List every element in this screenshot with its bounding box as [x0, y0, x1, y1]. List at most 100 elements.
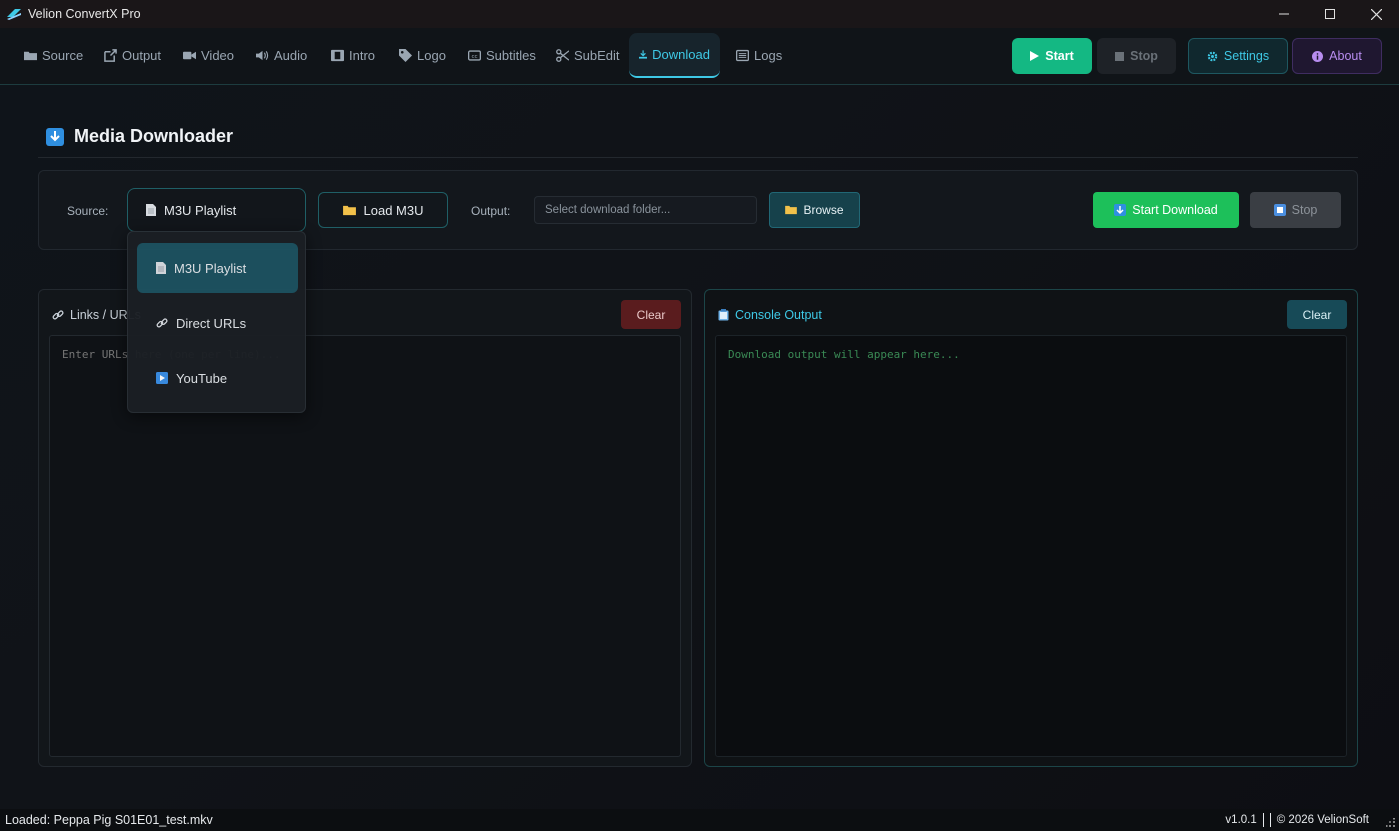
stop-icon	[1273, 204, 1286, 216]
settings-label: Settings	[1223, 49, 1270, 63]
header-divider	[38, 157, 1358, 158]
version-label: v1.0.1	[1225, 814, 1257, 826]
app-logo-icon	[7, 9, 21, 20]
film-icon	[331, 49, 344, 62]
tab-label: Audio	[274, 48, 308, 63]
source-select-value: M3U Playlist	[164, 202, 237, 218]
download-emoji-icon	[46, 127, 64, 146]
play-icon	[156, 372, 168, 384]
start-button[interactable]: Start	[1012, 38, 1092, 74]
closed-captions-icon: cc	[468, 50, 481, 61]
document-icon	[156, 262, 166, 274]
speaker-icon	[256, 50, 269, 61]
tab-label: Output	[122, 48, 162, 63]
status-bar: Loaded: Peppa Pig S01E01_test.mkv v1.0.1…	[0, 809, 1399, 831]
status-separator	[1269, 813, 1271, 827]
console-panel: Console Output Clear Download output wil…	[704, 289, 1358, 767]
minimize-icon	[1279, 13, 1289, 15]
status-right: v1.0.1 © 2026 VelionSoft	[1225, 813, 1369, 827]
settings-button[interactable]: Settings	[1188, 38, 1288, 74]
output-folder-input[interactable]	[534, 196, 757, 224]
about-label: About	[1329, 49, 1362, 63]
tab-label: Logo	[417, 48, 446, 63]
app-title: Velion ConvertX Pro	[28, 7, 141, 21]
folder-icon	[342, 205, 356, 215]
start-download-label: Start Download	[1132, 203, 1218, 217]
tab-video[interactable]: Video	[183, 33, 234, 78]
tab-label: SubEdit	[574, 48, 620, 63]
console-panel-title: Console Output	[718, 308, 822, 322]
stop-button[interactable]: Stop	[1097, 38, 1176, 74]
dropdown-option-label: YouTube	[176, 370, 228, 386]
stop-download-button[interactable]: Stop	[1250, 192, 1341, 228]
close-icon	[1370, 8, 1382, 20]
stop-label: Stop	[1130, 49, 1158, 63]
page-header: Media Downloader	[46, 126, 233, 147]
tab-audio[interactable]: Audio	[256, 33, 307, 78]
tab-label: Video	[201, 48, 235, 63]
dropdown-option-label: Direct URLs	[176, 315, 247, 331]
link-icon	[52, 310, 64, 320]
tab-subtitles[interactable]: cc Subtitles	[468, 33, 536, 78]
clear-links-button[interactable]: Clear	[621, 300, 681, 329]
external-link-icon	[104, 49, 117, 62]
stop-icon	[1115, 51, 1125, 61]
dropdown-option-label: M3U Playlist	[174, 260, 247, 276]
dropdown-option-youtube[interactable]: YouTube	[137, 353, 298, 403]
folder-icon	[785, 205, 798, 215]
tab-label: Source	[42, 48, 84, 63]
tab-output[interactable]: Output	[104, 33, 161, 78]
download-emoji-icon	[1114, 204, 1127, 216]
start-download-button[interactable]: Start Download	[1093, 192, 1239, 228]
load-m3u-label: Load M3U	[363, 202, 424, 218]
tab-label: Intro	[349, 48, 376, 63]
page-title: Media Downloader	[74, 126, 234, 146]
source-label: Source:	[67, 204, 109, 218]
play-icon	[1030, 51, 1040, 61]
tab-label: Download	[652, 47, 710, 62]
close-button[interactable]	[1353, 0, 1399, 28]
resize-grip-icon[interactable]	[1386, 818, 1396, 828]
link-icon	[156, 318, 168, 328]
main-navbar: Source Output Video Audio Intro Logo cc …	[0, 28, 1399, 85]
tab-source[interactable]: Source	[24, 33, 83, 78]
video-camera-icon	[183, 51, 196, 60]
tab-logs[interactable]: Logs	[736, 33, 782, 78]
gear-icon	[1207, 51, 1218, 61]
status-message: Loaded: Peppa Pig S01E01_test.mkv	[5, 813, 213, 827]
browse-button[interactable]: Browse	[769, 192, 860, 228]
tab-label: Subtitles	[486, 48, 536, 63]
maximize-button[interactable]	[1307, 0, 1353, 28]
stop-download-label: Stop	[1291, 203, 1318, 217]
copyright-label: © 2026 VelionSoft	[1276, 814, 1369, 826]
tab-logo[interactable]: Logo	[399, 33, 446, 78]
tab-label: Logs	[754, 48, 783, 63]
clipboard-icon	[718, 309, 729, 321]
status-separator	[1262, 813, 1264, 827]
console-title: Console Output	[735, 308, 822, 322]
about-button[interactable]: About	[1292, 38, 1382, 74]
list-icon	[736, 49, 749, 62]
tag-icon	[399, 49, 412, 62]
source-select[interactable]: M3U Playlist	[127, 188, 306, 232]
tab-intro[interactable]: Intro	[331, 33, 375, 78]
browse-label: Browse	[803, 203, 844, 217]
source-dropdown-menu: M3U Playlist Direct URLs YouTube	[127, 231, 306, 413]
start-label: Start	[1045, 49, 1074, 63]
svg-text:cc: cc	[471, 54, 477, 60]
output-label: Output:	[471, 204, 511, 218]
dropdown-option-direct-urls[interactable]: Direct URLs	[137, 298, 298, 348]
tab-download[interactable]: Download	[629, 33, 720, 78]
minimize-button[interactable]	[1261, 0, 1307, 28]
clear-console-button[interactable]: Clear	[1287, 300, 1347, 329]
folder-icon	[24, 51, 37, 61]
load-m3u-button[interactable]: Load M3U	[318, 192, 448, 228]
title-bar: Velion ConvertX Pro	[0, 0, 1399, 28]
tab-subedit[interactable]: SubEdit	[556, 33, 620, 78]
download-icon	[639, 50, 648, 59]
maximize-icon	[1325, 9, 1335, 19]
info-icon	[1312, 50, 1324, 62]
scissors-icon	[556, 49, 569, 62]
dropdown-option-m3u-playlist[interactable]: M3U Playlist	[137, 243, 298, 293]
document-icon	[146, 204, 156, 216]
